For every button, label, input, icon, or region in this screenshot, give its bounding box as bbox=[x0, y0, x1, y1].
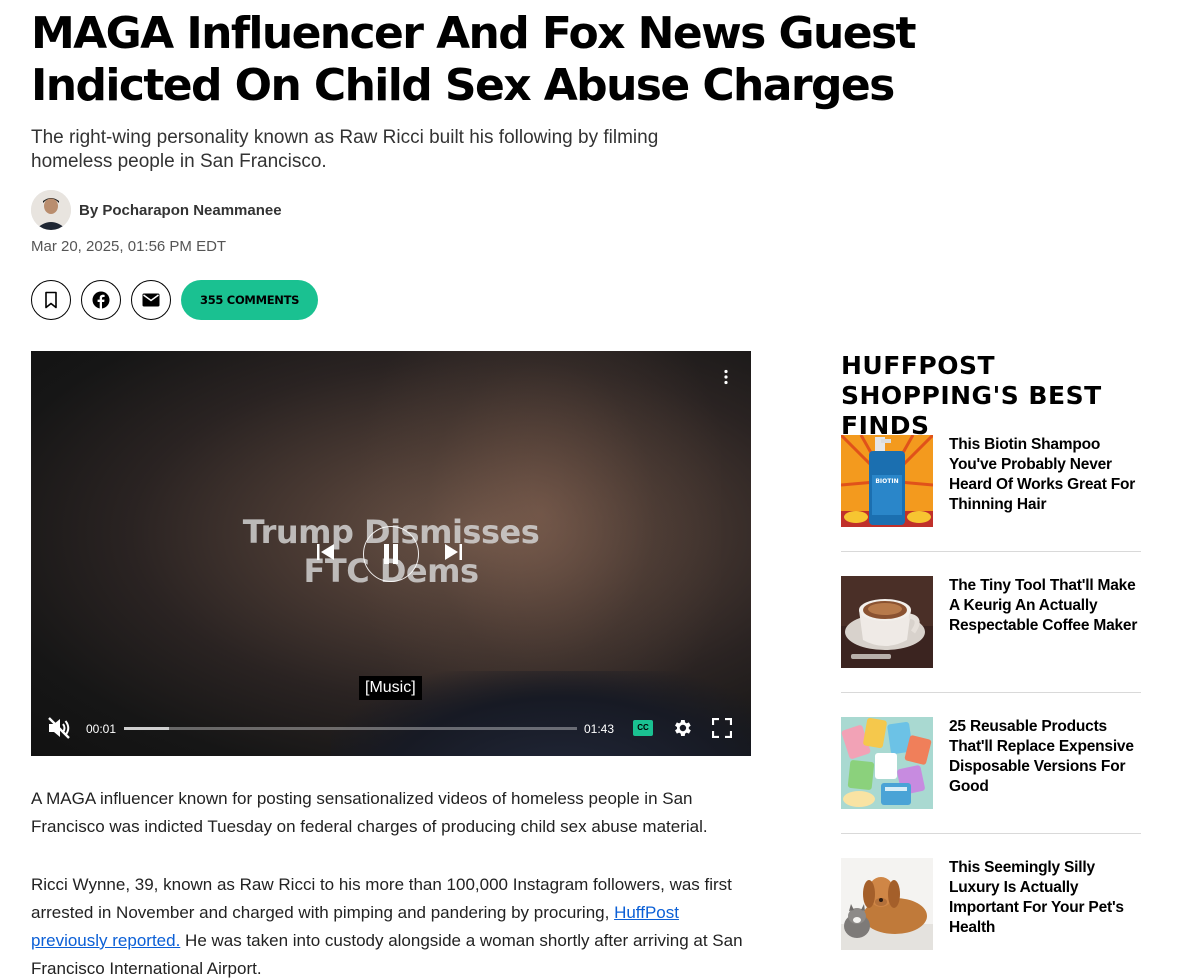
sidebar-item[interactable]: The Tiny Tool That'll Make A Keurig An A… bbox=[841, 576, 1141, 668]
article-headline: MAGA Influencer And Fox News Guest Indic… bbox=[31, 8, 917, 111]
progress-bar-fill bbox=[124, 727, 170, 730]
video-duration: 01:43 bbox=[584, 722, 615, 736]
sidebar-item-title[interactable]: This Biotin Shampoo You've Probably Neve… bbox=[949, 435, 1141, 527]
sidebar-divider bbox=[841, 833, 1141, 834]
product-label: BIOTIN bbox=[875, 478, 898, 485]
sidebar-divider bbox=[841, 692, 1141, 693]
email-share-button[interactable] bbox=[131, 280, 171, 320]
kebab-menu-icon bbox=[724, 369, 728, 385]
bookmark-button[interactable] bbox=[31, 280, 71, 320]
pause-button[interactable] bbox=[363, 526, 419, 582]
closed-captions-button[interactable]: CC bbox=[633, 720, 653, 736]
reusable-products-image[interactable] bbox=[841, 717, 933, 809]
sidebar-item-title[interactable]: The Tiny Tool That'll Make A Keurig An A… bbox=[949, 576, 1141, 668]
article-paragraph: Ricci Wynne, 39, known as Raw Ricci to h… bbox=[31, 871, 751, 979]
pause-icon bbox=[384, 544, 398, 564]
email-icon bbox=[142, 293, 160, 307]
sidebar-item[interactable]: This Seemingly Silly Luxury Is Actually … bbox=[841, 858, 1141, 950]
next-video-button[interactable] bbox=[443, 543, 463, 566]
skip-previous-icon bbox=[317, 544, 334, 560]
share-bar: 355 COMMENTS bbox=[31, 280, 319, 320]
biotin-shampoo-image[interactable]: BIOTIN bbox=[841, 435, 933, 527]
volume-muted-icon bbox=[48, 717, 70, 739]
author-name[interactable]: By Pocharapon Neammanee bbox=[79, 202, 282, 219]
coffee-cup-image[interactable] bbox=[841, 576, 933, 668]
sidebar-title: HUFFPOST SHOPPING'S BEST FINDS bbox=[841, 351, 1102, 440]
sidebar-item[interactable]: 25 Reusable Products That'll Replace Exp… bbox=[841, 717, 1141, 809]
video-more-options-button[interactable] bbox=[723, 369, 729, 390]
mute-button[interactable] bbox=[46, 715, 72, 746]
previous-video-button[interactable] bbox=[316, 543, 336, 566]
progress-bar[interactable] bbox=[124, 727, 577, 730]
shopping-sidebar: HUFFPOST SHOPPING'S BEST FINDS BIOTIN Th… bbox=[841, 351, 1141, 950]
fullscreen-icon bbox=[711, 717, 733, 739]
facebook-share-button[interactable] bbox=[81, 280, 121, 320]
byline: By Pocharapon Neammanee bbox=[31, 190, 282, 230]
skip-next-icon bbox=[445, 544, 462, 560]
sidebar-divider bbox=[841, 551, 1141, 552]
gear-icon bbox=[675, 720, 691, 736]
author-avatar[interactable] bbox=[31, 190, 71, 230]
video-controls: 00:01 01:43 CC bbox=[31, 711, 751, 745]
dog-and-cat-image[interactable] bbox=[841, 858, 933, 950]
article-dek: The right-wing personality known as Raw … bbox=[31, 127, 659, 172]
facebook-icon bbox=[92, 291, 110, 309]
video-caption: [Music] bbox=[359, 676, 422, 700]
publish-date: Mar 20, 2025, 01:56 PM EDT bbox=[31, 238, 227, 255]
video-player[interactable]: Trump Dismisses FTC Dems [Music] 00:01 0… bbox=[31, 351, 751, 756]
sidebar-item-title[interactable]: 25 Reusable Products That'll Replace Exp… bbox=[949, 717, 1141, 809]
sidebar-item-title[interactable]: This Seemingly Silly Luxury Is Actually … bbox=[949, 858, 1141, 950]
article-paragraph: A MAGA influencer known for posting sens… bbox=[31, 789, 708, 836]
comments-button[interactable]: 355 COMMENTS bbox=[181, 280, 319, 320]
bookmark-icon bbox=[45, 291, 57, 309]
video-settings-button[interactable] bbox=[671, 717, 693, 744]
current-time: 00:01 bbox=[86, 722, 117, 736]
fullscreen-button[interactable] bbox=[711, 717, 733, 743]
sidebar-item[interactable]: BIOTIN This Biotin Shampoo You've Probab… bbox=[841, 435, 1141, 527]
